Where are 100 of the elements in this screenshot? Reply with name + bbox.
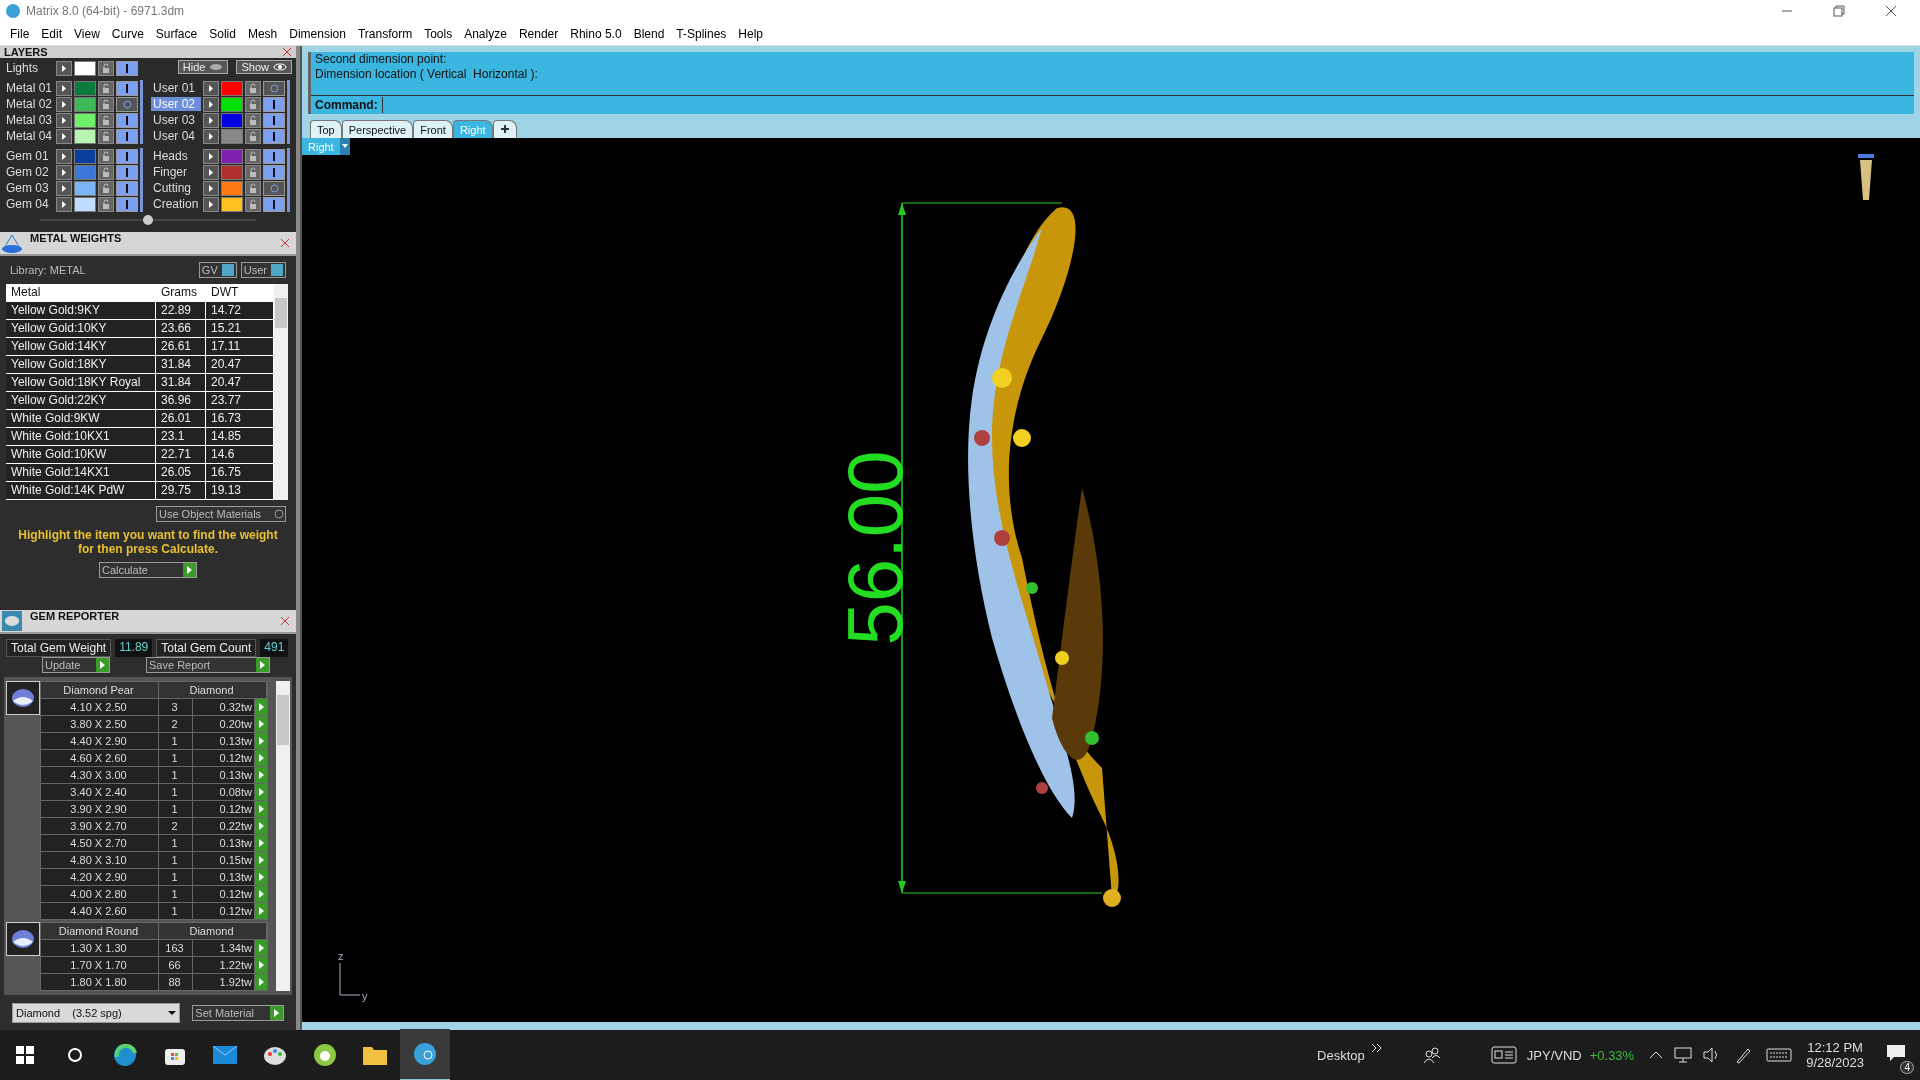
notification-icon[interactable] bbox=[1886, 1044, 1906, 1062]
table-cell[interactable]: Yellow Gold:10KY bbox=[6, 320, 156, 337]
layer-color-swatch[interactable] bbox=[74, 80, 96, 96]
lock-icon[interactable] bbox=[98, 112, 114, 128]
news-icon[interactable] bbox=[1490, 1046, 1517, 1064]
table-cell[interactable]: White Gold:14K PdW bbox=[6, 482, 156, 499]
menu-item[interactable]: Transform bbox=[351, 26, 419, 41]
matrix-app-button[interactable] bbox=[400, 1029, 450, 1080]
hide-button[interactable]: Hide bbox=[177, 60, 229, 74]
table-cell[interactable]: 29.75 bbox=[156, 482, 206, 499]
table-cell[interactable]: 26.05 bbox=[156, 464, 206, 481]
menu-item[interactable]: Dimension bbox=[283, 26, 352, 41]
menu-item[interactable]: View bbox=[68, 26, 106, 41]
material-dropdown[interactable]: Diamond (3.52 spg) bbox=[12, 1003, 181, 1023]
close-icon[interactable] bbox=[1884, 4, 1898, 18]
scrollbar[interactable] bbox=[274, 284, 288, 500]
visibility-toggle[interactable] bbox=[263, 96, 285, 112]
lock-icon[interactable] bbox=[98, 196, 114, 212]
layer-color-swatch[interactable] bbox=[74, 180, 96, 196]
table-cell[interactable]: 26.01 bbox=[156, 410, 206, 427]
keyboard-icon[interactable] bbox=[1766, 1048, 1793, 1062]
layer-name[interactable]: Gem 03 bbox=[4, 181, 54, 195]
layer-name[interactable]: User 01 bbox=[151, 81, 201, 95]
visibility-toggle[interactable] bbox=[263, 196, 285, 212]
lock-icon[interactable] bbox=[245, 164, 261, 180]
layer-name[interactable]: Cutting bbox=[151, 181, 201, 195]
lock-icon[interactable] bbox=[245, 112, 261, 128]
layer-name[interactable]: User 03 bbox=[151, 113, 201, 127]
table-cell[interactable]: White Gold:10KW bbox=[6, 446, 156, 463]
menu-item[interactable]: File bbox=[4, 26, 36, 41]
update-button[interactable]: Update bbox=[42, 657, 110, 673]
visibility-toggle[interactable] bbox=[116, 180, 138, 196]
table-cell[interactable]: Yellow Gold:9KY bbox=[6, 302, 156, 319]
visibility-toggle[interactable] bbox=[116, 128, 138, 144]
layer-name[interactable]: Gem 02 bbox=[4, 165, 54, 179]
layer-name[interactable]: Gem 04 bbox=[4, 197, 54, 211]
table-cell[interactable]: White Gold:14KX1 bbox=[6, 464, 156, 481]
menu-item[interactable]: Surface bbox=[149, 26, 204, 41]
layer-color-swatch[interactable] bbox=[74, 148, 96, 164]
menu-item[interactable]: Edit bbox=[35, 26, 69, 41]
visibility-toggle[interactable] bbox=[116, 148, 138, 164]
layer-color-swatch[interactable] bbox=[221, 96, 243, 112]
pen-icon[interactable] bbox=[1734, 1046, 1753, 1064]
menu-item[interactable]: T-Splines bbox=[670, 26, 733, 41]
view-tab[interactable]: Front bbox=[413, 120, 453, 138]
menu-item[interactable]: Analyze bbox=[458, 26, 513, 41]
lock-icon[interactable] bbox=[245, 96, 261, 112]
save-report-button[interactable]: Save Report bbox=[146, 657, 270, 673]
double-chevron-icon[interactable] bbox=[1370, 1043, 1383, 1053]
layer-name[interactable]: Lights bbox=[4, 61, 54, 75]
column-header[interactable]: Grams bbox=[156, 284, 206, 301]
table-cell[interactable]: White Gold:9KW bbox=[6, 410, 156, 427]
layer-color-swatch[interactable] bbox=[221, 196, 243, 212]
layer-color-swatch[interactable] bbox=[221, 80, 243, 96]
visibility-toggle[interactable] bbox=[116, 164, 138, 180]
layer-name[interactable]: Finger bbox=[151, 165, 201, 179]
layer-name[interactable]: Metal 03 bbox=[4, 113, 54, 127]
layer-color-swatch[interactable] bbox=[74, 60, 96, 76]
table-cell[interactable]: 31.84 bbox=[156, 374, 206, 391]
clock-time[interactable]: 12:12 PM bbox=[1807, 1040, 1863, 1055]
set-material-button[interactable]: Set Material bbox=[192, 1005, 284, 1021]
lock-icon[interactable] bbox=[98, 128, 114, 144]
use-object-materials-toggle[interactable]: Use Object Materials bbox=[156, 506, 286, 522]
visibility-toggle[interactable] bbox=[263, 112, 285, 128]
layer-color-swatch[interactable] bbox=[221, 180, 243, 196]
table-cell[interactable]: 23.1 bbox=[156, 428, 206, 445]
table-cell[interactable]: Yellow Gold:18KY bbox=[6, 356, 156, 373]
show-button[interactable]: Show bbox=[236, 60, 292, 74]
table-cell[interactable]: Yellow Gold:18KY Royal bbox=[6, 374, 156, 391]
layer-color-swatch[interactable] bbox=[221, 148, 243, 164]
menu-item[interactable]: Solid bbox=[203, 26, 242, 41]
layer-name[interactable]: Gem 01 bbox=[4, 149, 54, 163]
layer-name[interactable]: Creation bbox=[151, 197, 201, 211]
orientation-gizmo-icon[interactable] bbox=[1858, 154, 1874, 200]
menu-item[interactable]: Rhino 5.0 bbox=[564, 26, 628, 41]
menu-item[interactable]: Tools bbox=[418, 26, 459, 41]
lock-icon[interactable] bbox=[245, 180, 261, 196]
lock-icon[interactable] bbox=[98, 164, 114, 180]
library-toggle[interactable]: User bbox=[240, 262, 286, 278]
table-cell[interactable]: Yellow Gold:22KY bbox=[6, 392, 156, 409]
table-cell[interactable]: 26.61 bbox=[156, 338, 206, 355]
network-icon[interactable] bbox=[1674, 1047, 1693, 1063]
layer-color-swatch[interactable] bbox=[221, 128, 243, 144]
menu-item[interactable]: Render bbox=[512, 26, 565, 41]
lock-icon[interactable] bbox=[98, 180, 114, 196]
lock-icon[interactable] bbox=[98, 60, 114, 76]
table-cell[interactable]: 22.71 bbox=[156, 446, 206, 463]
layer-name[interactable]: Metal 02 bbox=[4, 97, 54, 111]
visibility-toggle[interactable] bbox=[263, 128, 285, 144]
lock-icon[interactable] bbox=[98, 80, 114, 96]
layer-color-swatch[interactable] bbox=[221, 112, 243, 128]
lock-icon[interactable] bbox=[245, 128, 261, 144]
close-icon[interactable] bbox=[280, 238, 290, 248]
layer-color-swatch[interactable] bbox=[74, 96, 96, 112]
layer-color-swatch[interactable] bbox=[221, 164, 243, 180]
lock-icon[interactable] bbox=[245, 196, 261, 212]
visibility-toggle[interactable] bbox=[116, 196, 138, 212]
clock-date[interactable]: 9/28/2023 bbox=[1806, 1055, 1864, 1070]
table-cell[interactable]: Yellow Gold:14KY bbox=[6, 338, 156, 355]
restore-icon[interactable] bbox=[1832, 4, 1846, 18]
